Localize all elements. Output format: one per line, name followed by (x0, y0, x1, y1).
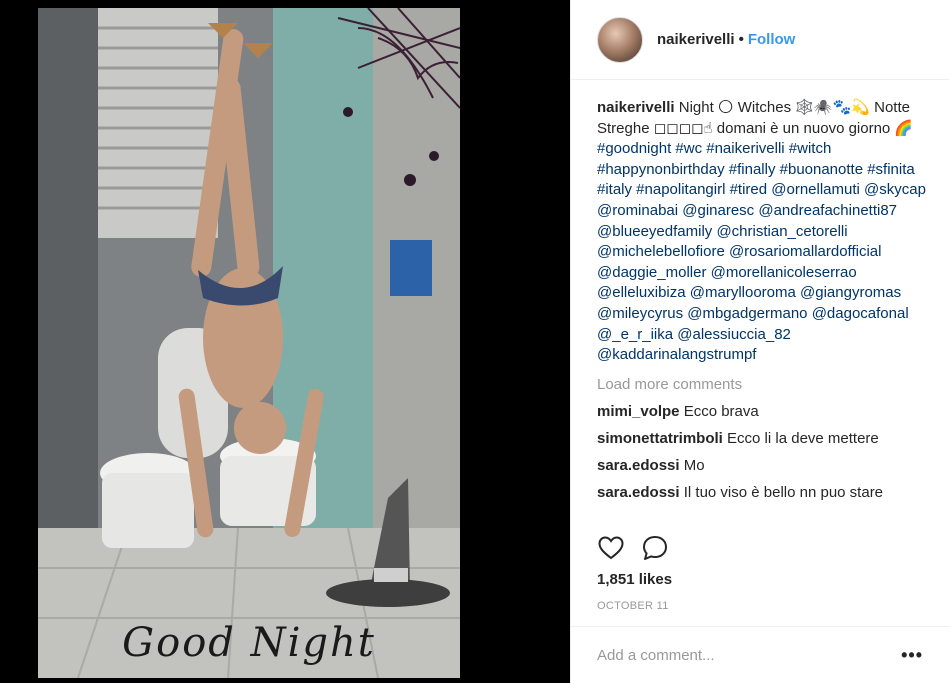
post-actions (597, 534, 669, 562)
comment-username[interactable]: mimi_volpe (597, 403, 680, 420)
comment-item: mimi_volpe Ecco brava (597, 402, 937, 422)
comment-input[interactable] (597, 646, 902, 664)
comment-item: simonettatrimboli Ecco li la deve metter… (597, 429, 937, 449)
separator-dot: • (738, 31, 744, 48)
comment-item: sara.edossi Mo (597, 456, 937, 476)
more-options-icon[interactable]: ••• (901, 645, 923, 666)
comment-text: Il tuo viso è bello nn puo stare (683, 484, 884, 502)
add-comment-bar: ••• (571, 626, 949, 683)
comments-area[interactable]: naikerivelli Night 🌕 Witches 🕸️🕷️🐾💫 Nott… (597, 98, 937, 522)
comment-text: Ecco li la deve mettere (727, 430, 879, 448)
comment-text: Mo (683, 457, 705, 475)
owner-username[interactable]: naikerivelli (657, 31, 735, 48)
likes-count[interactable]: 1,851 likes (597, 571, 672, 588)
load-more-comments[interactable]: Load more comments (597, 375, 937, 396)
good-night-text: Good Night (122, 620, 376, 666)
post-date: OCTOBER 11 (597, 600, 669, 612)
comment-item: sara.edossi Il tuo viso è bello nn puo s… (597, 483, 937, 503)
caption-tags[interactable]: #goodnight #wc #naikerivelli #witch #hap… (597, 140, 926, 363)
follow-button[interactable]: Follow (748, 31, 796, 48)
speech-bubble-icon[interactable] (641, 534, 669, 562)
photo-illustration (38, 8, 460, 678)
comment-username[interactable]: simonettatrimboli (597, 430, 723, 447)
comment-text: Ecco brava (683, 403, 759, 421)
post-media: Good Night (0, 0, 570, 683)
post-photo[interactable]: Good Night (38, 8, 460, 678)
comment-username[interactable]: sara.edossi (597, 484, 680, 501)
post-header: naikerivelli • Follow (571, 0, 949, 80)
comment-username[interactable]: sara.edossi (597, 457, 680, 474)
post-caption: naikerivelli Night 🌕 Witches 🕸️🕷️🐾💫 Nott… (597, 98, 937, 366)
post-sidebar: naikerivelli • Follow naikerivelli Night… (570, 0, 949, 683)
heart-icon[interactable] (597, 534, 625, 562)
avatar[interactable] (597, 16, 643, 63)
caption-username[interactable]: naikerivelli (597, 99, 675, 116)
